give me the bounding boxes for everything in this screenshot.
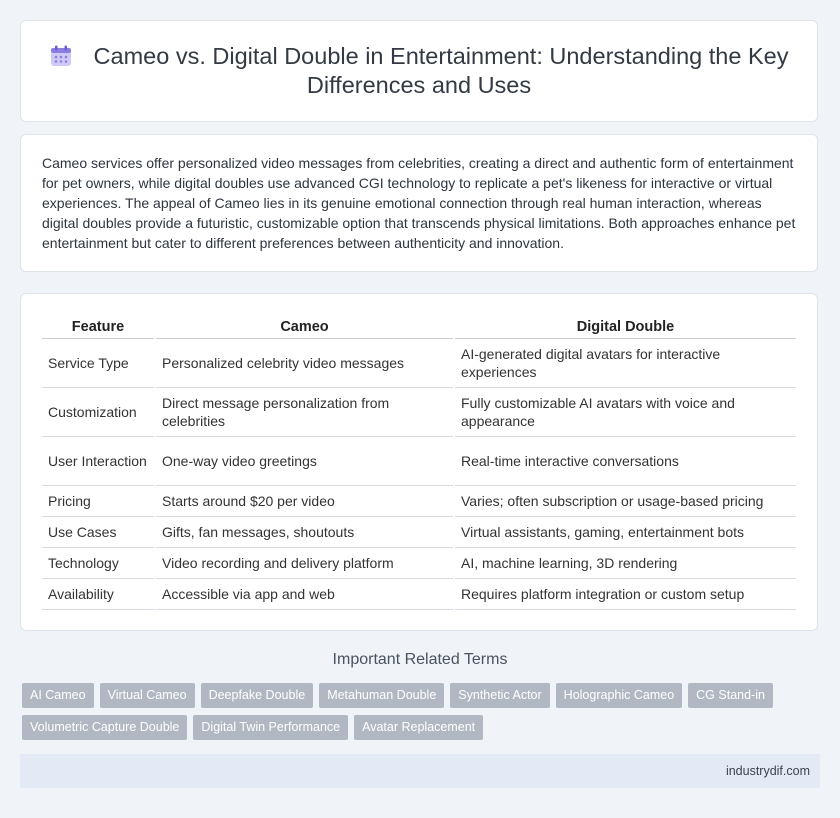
row-cameo: Gifts, fan messages, shoutouts <box>156 517 453 548</box>
row-feature: Use Cases <box>42 517 154 548</box>
related-term-tag[interactable]: CG Stand-in <box>688 683 773 708</box>
row-feature: User Interaction <box>42 437 154 486</box>
footer: industrydif.com <box>20 754 820 788</box>
header-digital-double: Digital Double <box>455 314 796 339</box>
row-cameo: Video recording and delivery platform <box>156 548 453 579</box>
related-term-tag[interactable]: Digital Twin Performance <box>193 715 349 740</box>
page-title-wrap: Cameo vs. Digital Double in Entertainmen… <box>49 42 789 100</box>
intro-card: Cameo services offer personalized video … <box>20 134 818 272</box>
row-digital-double: AI, machine learning, 3D rendering <box>455 548 796 579</box>
related-terms-heading: Important Related Terms <box>332 651 508 668</box>
row-feature: Technology <box>42 548 154 579</box>
comparison-card: Feature Cameo Digital Double Service Typ… <box>20 293 818 631</box>
page-title: Cameo vs. Digital Double in Entertainmen… <box>93 43 789 98</box>
row-digital-double: Fully customizable AI avatars with voice… <box>455 388 796 437</box>
table-row: User Interaction One-way video greetings… <box>42 437 796 486</box>
row-feature: Customization <box>42 388 154 437</box>
table-row: Availability Accessible via app and web … <box>42 579 796 610</box>
table-row: Use Cases Gifts, fan messages, shoutouts… <box>42 517 796 548</box>
table-header-row: Feature Cameo Digital Double <box>42 314 796 339</box>
related-term-tag[interactable]: Metahuman Double <box>319 683 445 708</box>
row-feature: Pricing <box>42 486 154 517</box>
row-digital-double: Varies; often subscription or usage-base… <box>455 486 796 517</box>
table-row: Technology Video recording and delivery … <box>42 548 796 579</box>
comparison-table: Feature Cameo Digital Double Service Typ… <box>40 314 798 610</box>
related-terms-list: AI Cameo Virtual Cameo Deepfake Double M… <box>22 683 802 740</box>
related-term-tag[interactable]: Virtual Cameo <box>99 683 195 708</box>
related-term-tag[interactable]: Volumetric Capture Double <box>22 715 188 740</box>
related-term-tag[interactable]: Deepfake Double <box>200 683 314 708</box>
row-feature: Availability <box>42 579 154 610</box>
table-row: Customization Direct message personaliza… <box>42 388 796 437</box>
related-term-tag[interactable]: AI Cameo <box>22 683 94 708</box>
row-digital-double: AI-generated digital avatars for interac… <box>455 339 796 388</box>
intro-text: Cameo services offer personalized video … <box>42 155 796 251</box>
calendar-icon <box>50 45 72 67</box>
row-cameo: Personalized celebrity video messages <box>156 339 453 388</box>
header-cameo: Cameo <box>156 314 453 339</box>
related-term-tag[interactable]: Avatar Replacement <box>354 715 484 740</box>
row-feature: Service Type <box>42 339 154 388</box>
row-digital-double: Real-time interactive conversations <box>455 437 796 486</box>
row-cameo: Direct message personalization from cele… <box>156 388 453 437</box>
header-feature: Feature <box>42 314 154 339</box>
row-digital-double: Virtual assistants, gaming, entertainmen… <box>455 517 796 548</box>
row-digital-double: Requires platform integration or custom … <box>455 579 796 610</box>
row-cameo: Starts around $20 per video <box>156 486 453 517</box>
related-term-tag[interactable]: Synthetic Actor <box>450 683 550 708</box>
row-cameo: One-way video greetings <box>156 437 453 486</box>
table-row: Pricing Starts around $20 per video Vari… <box>42 486 796 517</box>
table-row: Service Type Personalized celebrity vide… <box>42 339 796 388</box>
row-cameo: Accessible via app and web <box>156 579 453 610</box>
footer-site-link[interactable]: industrydif.com <box>726 764 810 778</box>
title-card: Cameo vs. Digital Double in Entertainmen… <box>20 20 818 122</box>
related-term-tag[interactable]: Holographic Cameo <box>555 683 683 708</box>
